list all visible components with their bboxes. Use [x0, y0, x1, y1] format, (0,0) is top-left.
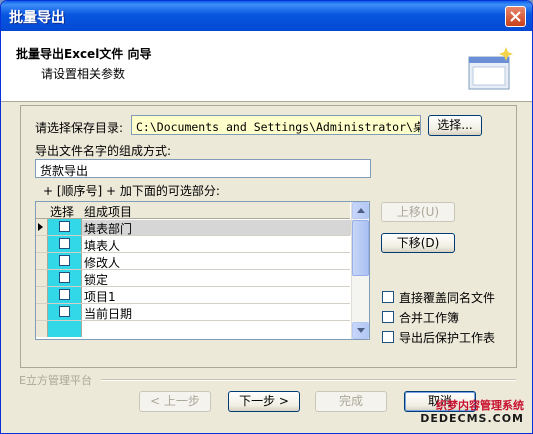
row-checkbox[interactable]: [59, 306, 70, 317]
row-name: 填表部门: [82, 220, 352, 236]
row-name: 当前日期: [84, 307, 133, 321]
overwrite-checkbox[interactable]: [382, 291, 394, 303]
wizard-title: 批量导出Excel文件 向导: [16, 47, 152, 61]
row-name: 修改人: [84, 256, 121, 270]
move-up-button[interactable]: 上移(U): [381, 202, 455, 222]
column-header-select[interactable]: 选择: [50, 203, 74, 220]
row-checkbox[interactable]: [59, 272, 70, 283]
window-title: 批量导出: [9, 10, 65, 26]
close-button[interactable]: [505, 6, 526, 27]
row-checkbox[interactable]: [59, 221, 70, 232]
filename-label: 导出文件名字的组成方式:: [35, 144, 172, 158]
finish-button[interactable]: 完成: [315, 391, 387, 412]
row-checkbox[interactable]: [59, 289, 70, 300]
wizard-window-icon: [468, 47, 513, 90]
protect-sheet-label: 导出后保护工作表: [399, 331, 496, 345]
footer-divider: [101, 379, 516, 381]
next-button[interactable]: 下一步 >: [228, 391, 300, 412]
wizard-subtitle: 请设置相关参数: [41, 67, 126, 81]
scroll-up-icon: [357, 208, 365, 213]
save-dir-label: 请选择保存目录:: [35, 121, 124, 135]
row-indicator: [36, 219, 48, 235]
current-row-arrow-icon: [38, 223, 43, 231]
grid-row[interactable]: 项目1: [36, 287, 350, 304]
wizard-header: 批量导出Excel文件 向导 请设置相关参数: [1, 31, 532, 102]
close-icon: [510, 11, 521, 22]
row-name: 锁定: [84, 273, 109, 287]
grid-row[interactable]: 修改人: [36, 253, 350, 270]
merge-workbook-label: 合并工作簿: [399, 311, 460, 325]
optional-parts-label: + [顺序号] + 加下面的可选部分:: [43, 184, 220, 198]
grid-header: 选择 组成项目: [36, 202, 350, 219]
title-bar: 批量导出: [1, 1, 532, 31]
grid-scrollbar[interactable]: [351, 202, 369, 339]
move-down-button[interactable]: 下移(D): [381, 233, 455, 253]
protect-sheet-checkbox[interactable]: [382, 331, 394, 343]
choose-dir-button[interactable]: 选择...: [428, 115, 482, 136]
grid-row-empty: [36, 321, 350, 338]
grid-row[interactable]: 当前日期: [36, 304, 350, 321]
column-header-component[interactable]: 组成项目: [84, 203, 132, 220]
grid-row[interactable]: 填表人: [36, 236, 350, 253]
filename-input[interactable]: 货款导出: [35, 159, 371, 178]
scroll-up-button[interactable]: [352, 202, 369, 219]
row-checkbox[interactable]: [59, 255, 70, 266]
watermark-line-2: DEDECMS.COM: [420, 412, 524, 425]
row-name: 填表人: [84, 239, 121, 253]
scroll-down-button[interactable]: [352, 322, 369, 339]
site-watermark: 织梦内容管理系统 DEDECMS.COM: [420, 399, 524, 425]
watermark-line-1: 织梦内容管理系统: [436, 399, 524, 412]
export-wizard-dialog: 批量导出 批量导出Excel文件 向导 请设置相关参数 请选择保存目录: C:\…: [0, 0, 533, 434]
row-name: 项目1: [84, 290, 116, 304]
row-checkbox[interactable]: [59, 238, 70, 249]
grid-row[interactable]: 填表部门: [36, 219, 352, 236]
merge-workbook-checkbox[interactable]: [382, 311, 394, 323]
platform-label: E立方管理平台: [19, 374, 92, 387]
scroll-thumb[interactable]: [352, 220, 369, 276]
prev-button[interactable]: < 上一步: [139, 391, 211, 412]
save-dir-input[interactable]: C:\Documents and Settings\Administrator\…: [131, 115, 421, 135]
components-grid: 选择 组成项目 填表部门 填表人 修改人 锁定 项目1 当前日期: [35, 201, 370, 340]
scroll-down-icon: [357, 328, 365, 333]
grid-row[interactable]: 锁定: [36, 270, 350, 287]
overwrite-label: 直接覆盖同名文件: [399, 291, 496, 305]
